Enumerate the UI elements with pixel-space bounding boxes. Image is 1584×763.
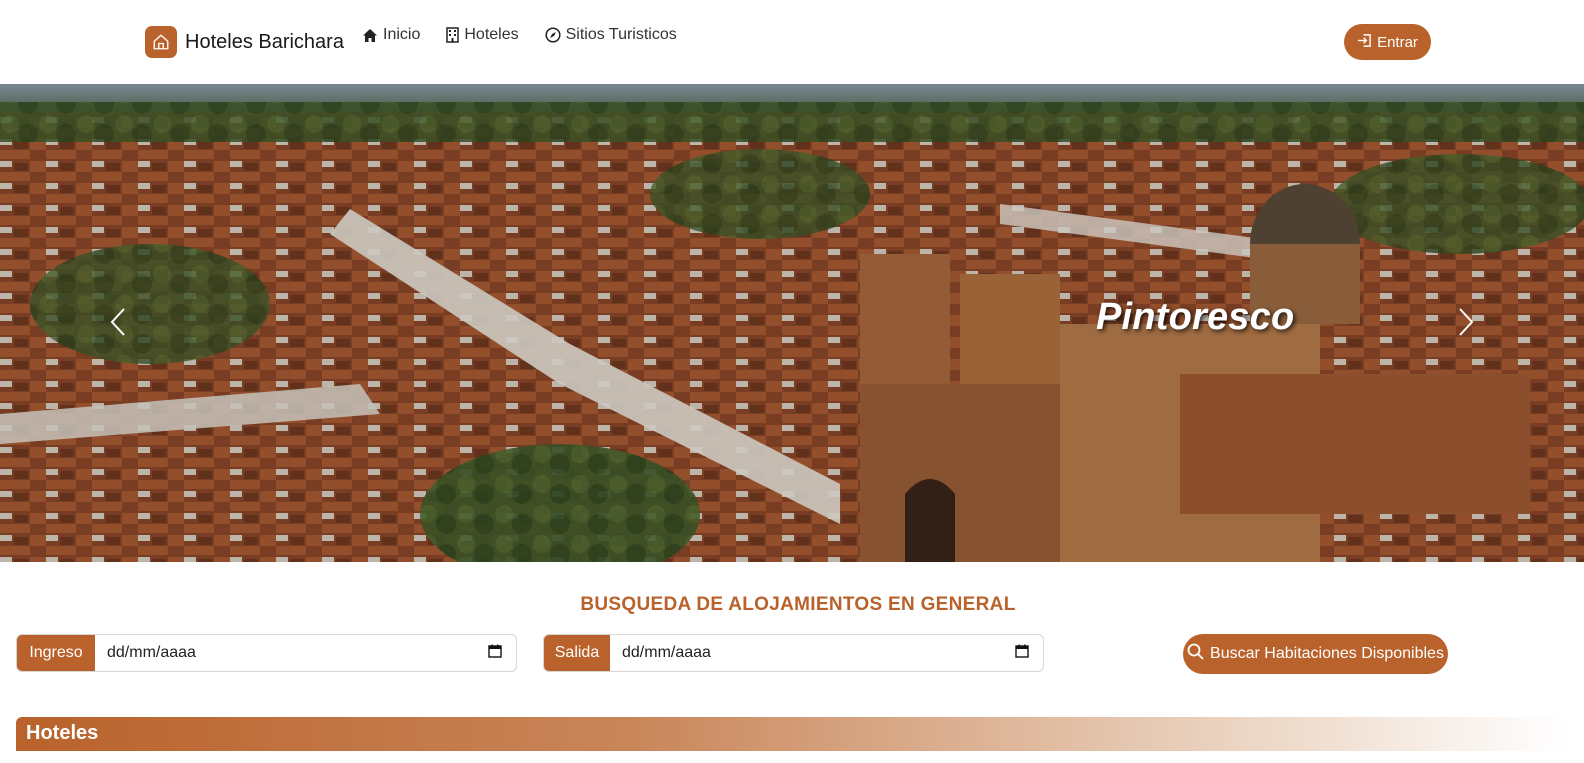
carousel-prev-button[interactable] [98, 304, 138, 344]
search-title: BUSQUEDA DE ALOJAMIENTOS EN GENERAL [580, 594, 1016, 615]
checkin-group: Ingreso dd/mm/aaaa [16, 634, 517, 672]
nav-link-label: Hoteles [464, 26, 519, 43]
hero-carousel: Pintoresco [0, 84, 1584, 562]
nav-link-label: Inicio [383, 26, 421, 43]
house-icon [362, 28, 378, 43]
checkout-date-value: dd/mm/aaaa [622, 644, 711, 661]
carousel-next-button[interactable] [1446, 304, 1486, 344]
carousel-caption: Pintoresco [1096, 296, 1295, 338]
chevron-right-icon [1457, 307, 1475, 342]
login-icon [1357, 33, 1372, 52]
nav-links: Inicio Hoteles Sitios Turisticos [362, 24, 677, 46]
nav-link-label: Sitios Turisticos [565, 26, 677, 43]
compass-icon [545, 27, 561, 43]
checkout-date-input[interactable]: dd/mm/aaaa [610, 635, 1043, 671]
search-rooms-button[interactable]: Buscar Habitaciones Disponibles [1183, 634, 1448, 674]
brand-name: Hoteles Barichara [185, 30, 344, 53]
chevron-left-icon [109, 307, 127, 342]
calendar-icon[interactable] [488, 644, 502, 663]
hero-image [0, 84, 1584, 562]
calendar-icon[interactable] [1015, 644, 1029, 663]
nav-link-hoteles[interactable]: Hoteles [446, 24, 519, 46]
building-icon [446, 27, 460, 43]
nav-link-inicio[interactable]: Inicio [362, 24, 420, 46]
checkout-label: Salida [544, 635, 610, 671]
brand-link[interactable]: Hoteles Barichara [145, 26, 344, 58]
search-button-label: Buscar Habitaciones Disponibles [1210, 645, 1444, 662]
login-label: Entrar [1377, 33, 1418, 51]
hotels-section-title: Hoteles [26, 722, 99, 744]
login-button[interactable]: Entrar [1344, 24, 1431, 60]
checkin-label: Ingreso [17, 635, 95, 671]
search-icon [1187, 643, 1204, 665]
navbar: Hoteles Barichara Inicio Hoteles Sitios … [0, 0, 1584, 84]
hotel-logo-icon [145, 26, 177, 58]
checkin-date-value: dd/mm/aaaa [107, 644, 196, 661]
checkout-group: Salida dd/mm/aaaa [543, 634, 1044, 672]
nav-link-sitios-turisticos[interactable]: Sitios Turisticos [545, 24, 677, 46]
checkin-date-input[interactable]: dd/mm/aaaa [95, 635, 516, 671]
hotels-section-header: Hoteles [16, 717, 1568, 751]
